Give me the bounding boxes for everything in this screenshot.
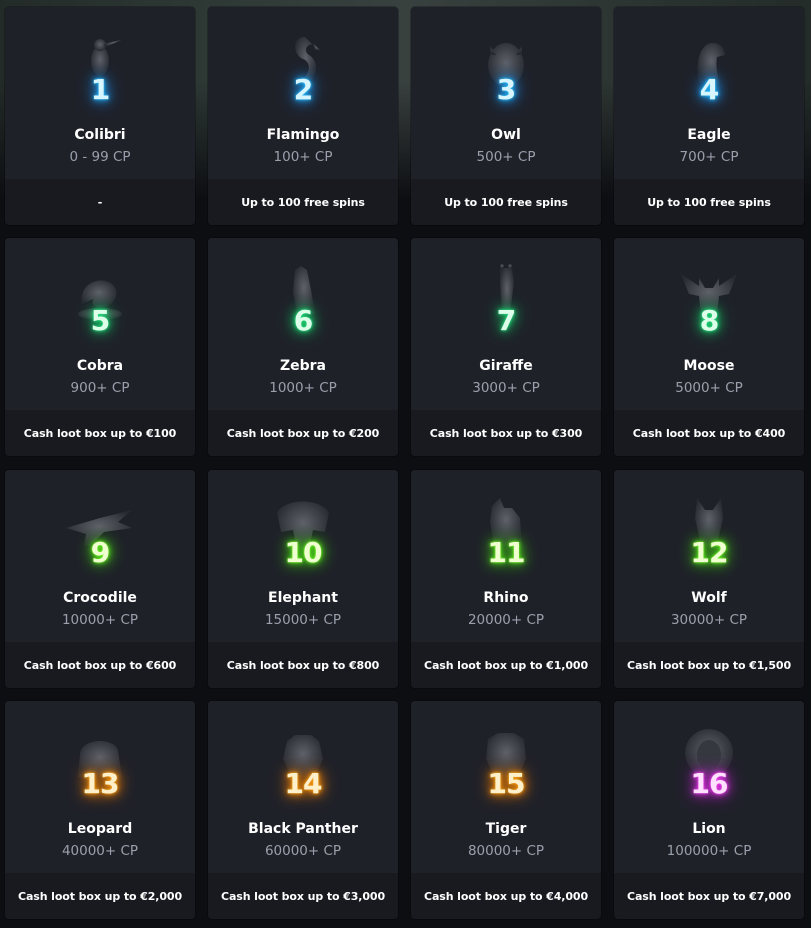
- level-cp-requirement: 500+ CP: [476, 149, 536, 165]
- level-reward: Up to 100 free spins: [614, 179, 804, 225]
- level-cp-requirement: 100+ CP: [273, 149, 333, 165]
- level-card-cobra[interactable]: 5 Cobra 900+ CP Cash loot box up to €100: [5, 238, 195, 456]
- level-card-flamingo[interactable]: 2 Flamingo 100+ CP Up to 100 free spins: [208, 7, 398, 225]
- level-cp-requirement: 0 - 99 CP: [69, 149, 131, 165]
- level-card-lion[interactable]: 16 Lion 100000+ CP Cash loot box up to €7,0…: [614, 701, 804, 919]
- level-card-rhino[interactable]: 11 Rhino 20000+ CP Cash loot box up to €1,0…: [411, 470, 601, 688]
- level-number: 14: [284, 767, 323, 800]
- level-card-header: 3 Owl 500+ CP: [411, 7, 601, 179]
- level-reward: Cash loot box up to €300: [411, 410, 601, 456]
- level-card-header: 6 Zebra 1000+ CP: [208, 238, 398, 410]
- level-number: 4: [699, 73, 719, 106]
- level-cp-requirement: 5000+ CP: [675, 380, 743, 396]
- level-card-header: 15 Tiger 80000+ CP: [411, 701, 601, 873]
- level-card-header: 11 Rhino 20000+ CP: [411, 470, 601, 642]
- level-number: 9: [90, 536, 110, 569]
- level-reward: Cash loot box up to €7,000: [614, 873, 804, 919]
- level-card-owl[interactable]: 3 Owl 500+ CP Up to 100 free spins: [411, 7, 601, 225]
- level-card-colibri[interactable]: 1 Colibri 0 - 99 CP -: [5, 7, 195, 225]
- level-card-header: 1 Colibri 0 - 99 CP: [5, 7, 195, 179]
- level-cp-requirement: 15000+ CP: [264, 612, 342, 628]
- level-name: Tiger: [485, 821, 527, 837]
- level-card-header: 12 Wolf 30000+ CP: [614, 470, 804, 642]
- level-number: 8: [699, 304, 719, 337]
- level-name: Wolf: [691, 590, 727, 606]
- level-number: 11: [487, 536, 526, 569]
- level-cp-requirement: 900+ CP: [70, 380, 130, 396]
- level-name: Lion: [692, 821, 726, 837]
- level-name: Zebra: [279, 358, 327, 374]
- level-number: 1: [90, 73, 110, 106]
- level-card-zebra[interactable]: 6 Zebra 1000+ CP Cash loot box up to €200: [208, 238, 398, 456]
- level-card-tiger[interactable]: 15 Tiger 80000+ CP Cash loot box up to €4,0…: [411, 701, 601, 919]
- level-cp-requirement: 40000+ CP: [61, 843, 139, 859]
- level-reward: -: [5, 179, 195, 225]
- level-name: Flamingo: [266, 127, 340, 143]
- level-card-header: 8 Moose 5000+ CP: [614, 238, 804, 410]
- level-card-header: 7 Giraffe 3000+ CP: [411, 238, 601, 410]
- level-card-header: 5 Cobra 900+ CP: [5, 238, 195, 410]
- level-reward: Up to 100 free spins: [411, 179, 601, 225]
- level-card-giraffe[interactable]: 7 Giraffe 3000+ CP Cash loot box up to €300: [411, 238, 601, 456]
- level-card-header: 2 Flamingo 100+ CP: [208, 7, 398, 179]
- level-card-header: 13 Leopard 40000+ CP: [5, 701, 195, 873]
- level-reward: Cash loot box up to €1,500: [614, 642, 804, 688]
- level-card-crocodile[interactable]: 9 Crocodile 10000+ CP Cash loot box up to €…: [5, 470, 195, 688]
- level-cp-requirement: 20000+ CP: [467, 612, 545, 628]
- level-cp-requirement: 1000+ CP: [269, 380, 337, 396]
- level-number: 5: [90, 304, 110, 337]
- level-cp-requirement: 30000+ CP: [670, 612, 748, 628]
- level-name: Leopard: [67, 821, 133, 837]
- level-number: 3: [496, 73, 516, 106]
- level-name: Moose: [683, 358, 735, 374]
- level-number: 2: [293, 73, 313, 106]
- level-cp-requirement: 80000+ CP: [467, 843, 545, 859]
- level-card-eagle[interactable]: 4 Eagle 700+ CP Up to 100 free spins: [614, 7, 804, 225]
- level-reward: Cash loot box up to €4,000: [411, 873, 601, 919]
- level-reward: Up to 100 free spins: [208, 179, 398, 225]
- level-card-header: 14 Black Panther 60000+ CP: [208, 701, 398, 873]
- level-card-leopard[interactable]: 13 Leopard 40000+ CP Cash loot box up to €2…: [5, 701, 195, 919]
- level-cp-requirement: 3000+ CP: [472, 380, 540, 396]
- level-number: 16: [690, 767, 729, 800]
- level-card-elephant[interactable]: 10 Elephant 15000+ CP Cash loot box up to €…: [208, 470, 398, 688]
- level-cp-requirement: 100000+ CP: [666, 843, 752, 859]
- level-name: Cobra: [76, 358, 124, 374]
- level-name: Elephant: [268, 590, 338, 606]
- level-reward: Cash loot box up to €200: [208, 410, 398, 456]
- level-cp-requirement: 10000+ CP: [61, 612, 139, 628]
- level-name: Black Panther: [248, 821, 358, 837]
- level-number: 15: [487, 767, 526, 800]
- level-number: 12: [690, 536, 729, 569]
- level-card-header: 9 Crocodile 10000+ CP: [5, 470, 195, 642]
- level-reward: Cash loot box up to €3,000: [208, 873, 398, 919]
- level-reward: Cash loot box up to €1,000: [411, 642, 601, 688]
- level-name: Giraffe: [479, 358, 533, 374]
- level-name: Crocodile: [63, 590, 137, 606]
- level-reward: Cash loot box up to €800: [208, 642, 398, 688]
- level-name: Rhino: [483, 590, 529, 606]
- level-number: 7: [496, 304, 516, 337]
- level-reward: Cash loot box up to €400: [614, 410, 804, 456]
- level-number: 13: [81, 767, 120, 800]
- level-card-header: 16 Lion 100000+ CP: [614, 701, 804, 873]
- level-card-moose[interactable]: 8 Moose 5000+ CP Cash loot box up to €400: [614, 238, 804, 456]
- level-number: 6: [293, 304, 313, 337]
- level-card-black-panther[interactable]: 14 Black Panther 60000+ CP Cash loot box up…: [208, 701, 398, 919]
- level-reward: Cash loot box up to €600: [5, 642, 195, 688]
- level-reward: Cash loot box up to €2,000: [5, 873, 195, 919]
- level-card-header: 4 Eagle 700+ CP: [614, 7, 804, 179]
- level-name: Owl: [491, 127, 521, 143]
- level-cp-requirement: 700+ CP: [679, 149, 739, 165]
- levels-grid: 1 Colibri 0 - 99 CP - 2 Flamingo 100+ CP Up to …: [0, 0, 811, 928]
- level-card-header: 10 Elephant 15000+ CP: [208, 470, 398, 642]
- level-reward: Cash loot box up to €100: [5, 410, 195, 456]
- level-name: Eagle: [687, 127, 731, 143]
- level-number: 10: [284, 536, 323, 569]
- level-card-wolf[interactable]: 12 Wolf 30000+ CP Cash loot box up to €1,50…: [614, 470, 804, 688]
- level-name: Colibri: [74, 127, 126, 143]
- level-cp-requirement: 60000+ CP: [264, 843, 342, 859]
